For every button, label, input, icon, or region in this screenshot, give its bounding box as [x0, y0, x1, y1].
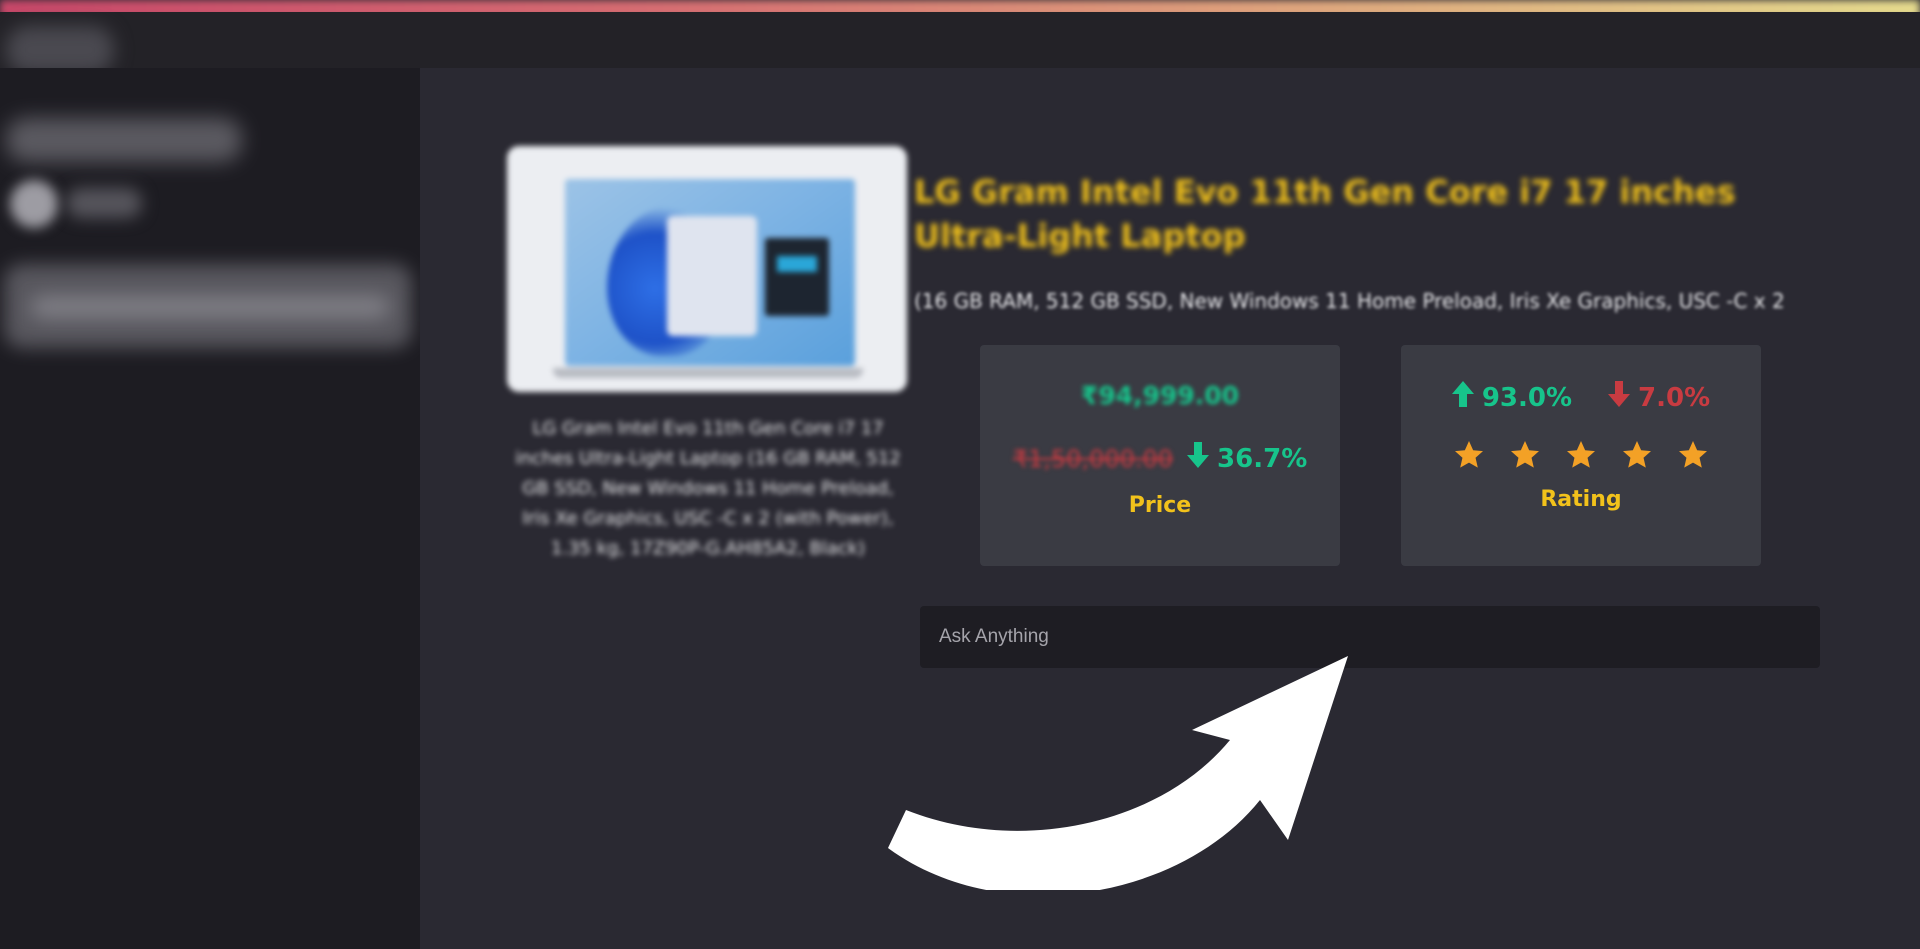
sidebar-title — [6, 118, 242, 162]
original-price: ₹1,50,000.00 — [1012, 444, 1174, 473]
sidebar-toggle-label — [66, 188, 142, 218]
discount-percent: 36.7% — [1217, 443, 1308, 474]
star-rating — [1401, 439, 1761, 471]
discount-metric: 36.7% — [1187, 442, 1307, 475]
current-price: ₹94,999.00 — [1080, 381, 1240, 410]
star-icon — [1621, 439, 1653, 471]
rating-percent-row: 93.0% 7.0% — [1401, 381, 1761, 414]
image-caption: LG Gram Intel Evo 11th Gen Core i7 17 in… — [515, 418, 901, 559]
star-icon — [1565, 439, 1597, 471]
negative-metric: 7.0% — [1608, 381, 1710, 414]
negative-percent: 7.0% — [1638, 382, 1711, 413]
positive-percent: 93.0% — [1481, 382, 1573, 413]
price-row: ₹1,50,000.00 36.7% — [980, 442, 1340, 475]
curved-arrow-icon — [888, 656, 1348, 890]
star-icon — [1453, 439, 1485, 471]
product-subtitle: (16 GB RAM, 512 GB SSD, New Windows 11 H… — [914, 289, 1785, 313]
price-label: Price — [1128, 493, 1192, 518]
rating-label: Rating — [1540, 487, 1622, 512]
arrow-down-icon — [1187, 442, 1210, 475]
rating-card: 93.0% 7.0% Rating — [1401, 345, 1761, 566]
star-icon — [1509, 439, 1541, 471]
top-bar — [0, 12, 1920, 74]
arrow-up-icon — [1451, 381, 1474, 414]
sidebar-toggle[interactable] — [10, 180, 58, 228]
sidebar — [0, 68, 420, 949]
app-logo-icon[interactable] — [6, 26, 114, 74]
sidebar-select-value — [30, 296, 390, 318]
star-icon — [1677, 439, 1709, 471]
arrow-down-icon — [1608, 381, 1631, 414]
laptop-image — [507, 146, 907, 392]
product-title: LG Gram Intel Evo 11th Gen Core i7 17 in… — [914, 173, 1736, 255]
positive-metric: 93.0% — [1451, 381, 1573, 414]
price-card: ₹94,999.00 ₹1,50,000.00 36.7% Price — [980, 345, 1340, 566]
